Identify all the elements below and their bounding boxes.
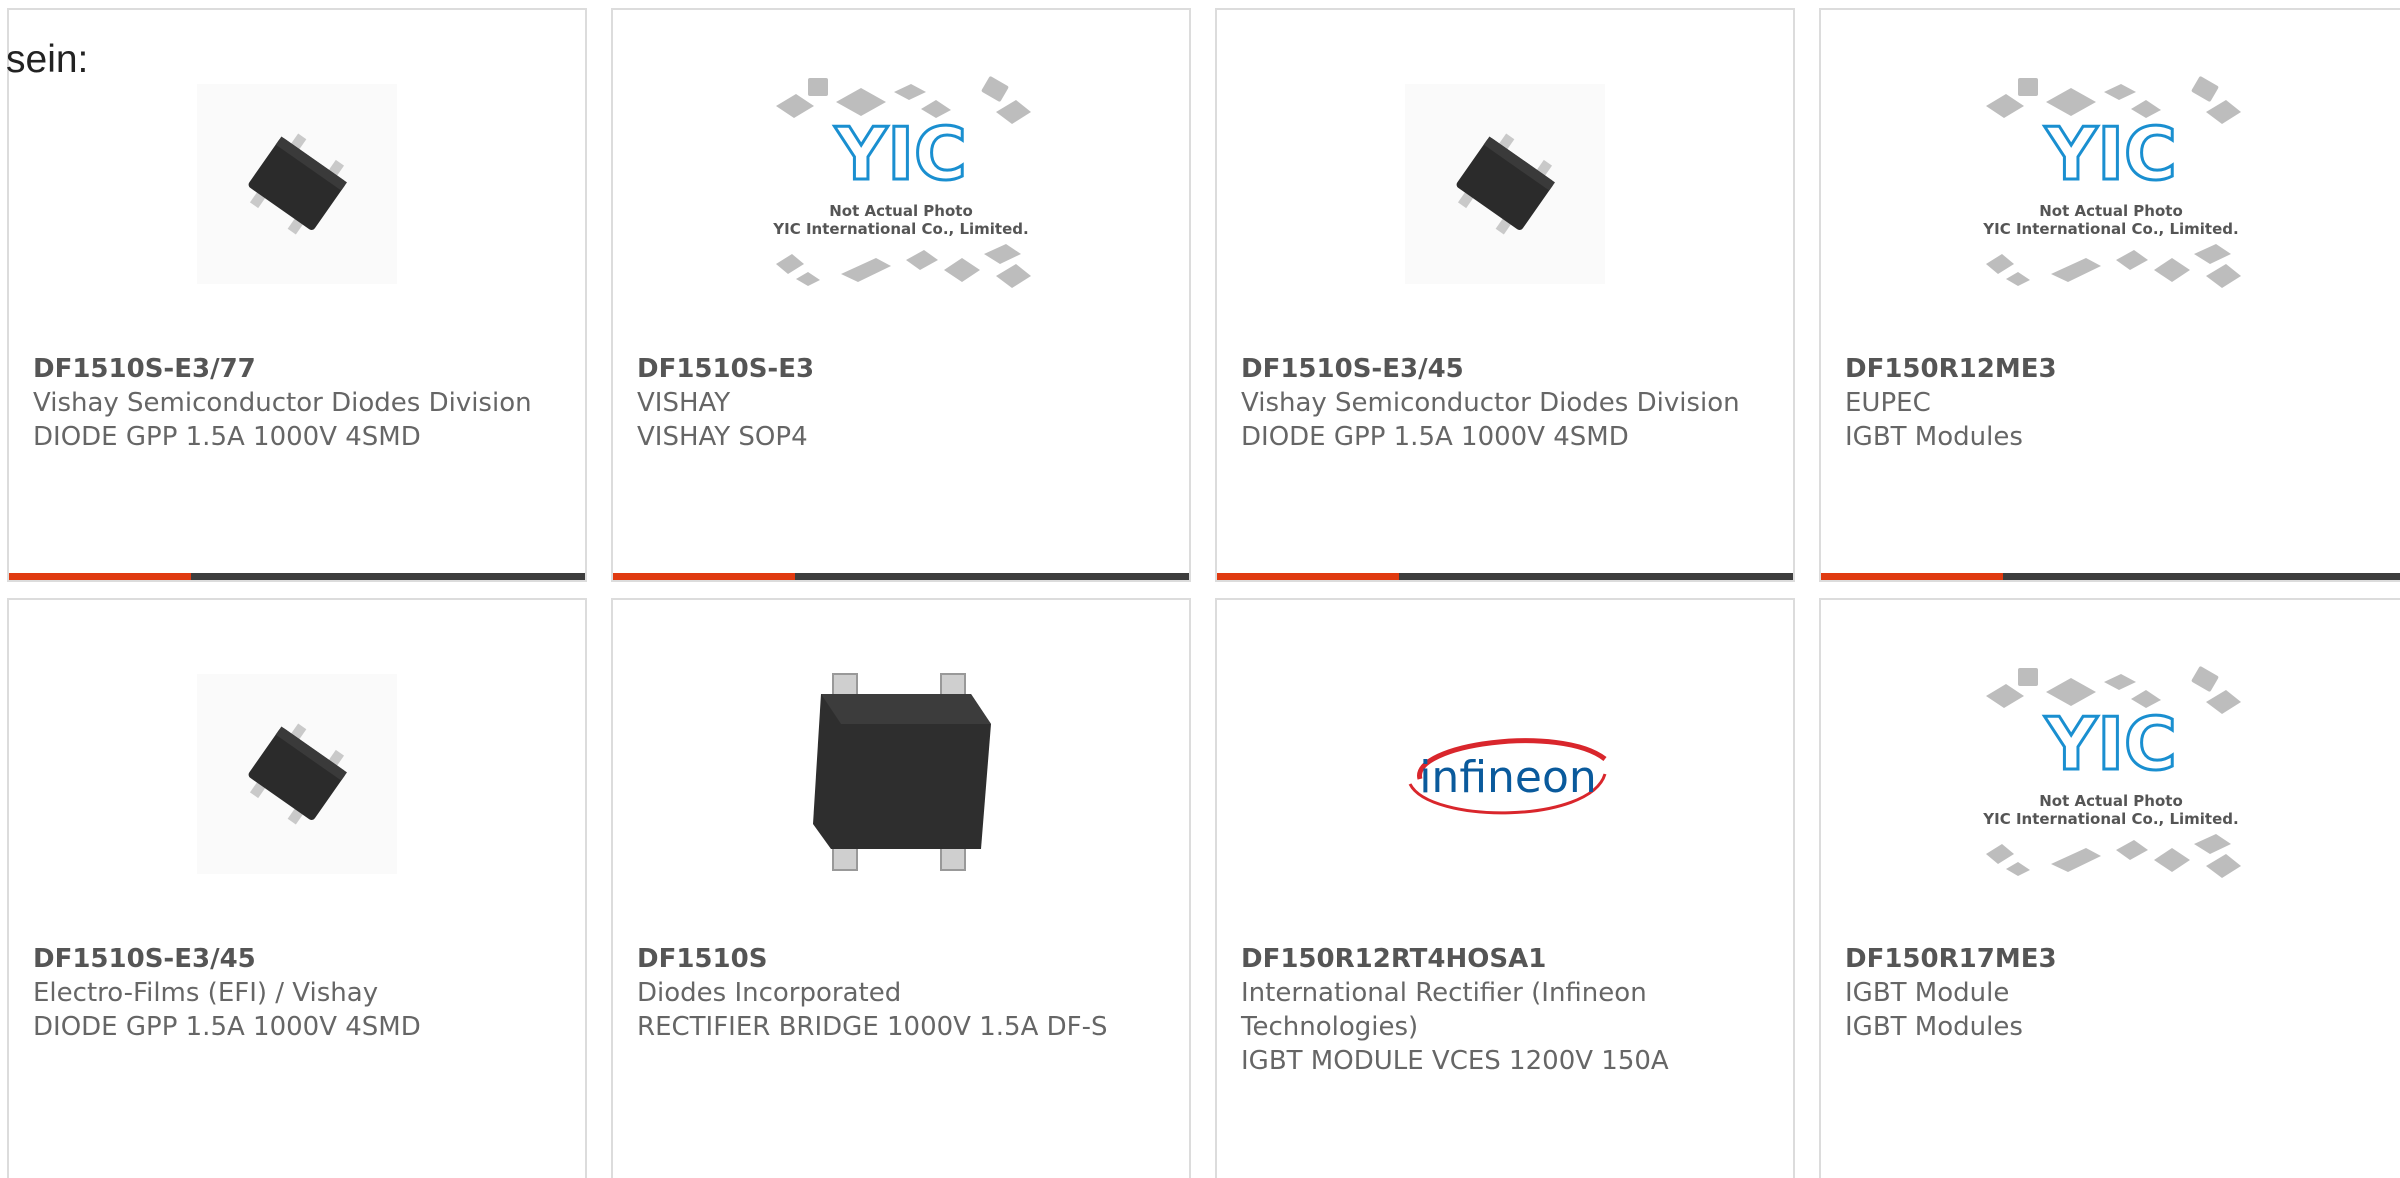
manufacturer: EUPEC	[1845, 388, 1931, 418]
accent-bar	[1217, 573, 1399, 580]
product-card[interactable]: DF1510S-E3/77 Vishay Semiconductor Diode…	[7, 8, 587, 582]
product-image[interactable]: YIC Not Actual Photo YIC International C…	[766, 74, 1036, 294]
accent-bar	[9, 573, 191, 580]
smd-chip-icon	[1405, 84, 1605, 284]
description: RECTIFIER BRIDGE 1000V 1.5A DF-S	[637, 1012, 1108, 1042]
product-info: DF150R12ME3 EUPEC IGBT Modules	[1845, 352, 2385, 454]
product-image[interactable]: infineon	[1370, 664, 1640, 884]
card-footer-bar	[1821, 573, 2400, 580]
part-number[interactable]: DF150R12RT4HOSA1	[1241, 942, 1769, 976]
product-image[interactable]: YIC Not Actual Photo YIC International C…	[1976, 74, 2246, 294]
part-number[interactable]: DF1510S-E3/77	[33, 352, 561, 386]
placeholder-line2: YIC International Co., Limited.	[1982, 810, 2238, 828]
product-image[interactable]	[766, 664, 1036, 884]
placeholder-logo: YIC	[2044, 702, 2177, 786]
smd-chip-icon	[197, 674, 397, 874]
description: IGBT Modules	[1845, 1012, 2023, 1042]
description: DIODE GPP 1.5A 1000V 4SMD	[33, 422, 421, 452]
product-info: DF1510S-E3/77 Vishay Semiconductor Diode…	[33, 352, 561, 454]
accent-bar	[1821, 573, 2003, 580]
placeholder-logo: YIC	[2044, 112, 2177, 196]
description: VISHAY SOP4	[637, 422, 808, 452]
product-info: DF150R12RT4HOSA1 International Rectifier…	[1241, 942, 1769, 1078]
product-card[interactable]: DF1510S-E3/45 Vishay Semiconductor Diode…	[1215, 8, 1795, 582]
product-card[interactable]: infineon DF150R12RT4HOSA1 International …	[1215, 598, 1795, 1178]
manufacturer: International Rectifier (Infineon Techno…	[1241, 978, 1647, 1042]
yic-placeholder-icon: YIC Not Actual Photo YIC International C…	[772, 76, 1031, 288]
card-footer-bar	[9, 573, 585, 580]
product-info: DF1510S-E3/45 Vishay Semiconductor Diode…	[1241, 352, 1769, 454]
lead-text: sein:	[6, 38, 89, 81]
infineon-logo-text: infineon	[1419, 752, 1597, 803]
product-image[interactable]: YIC Not Actual Photo YIC International C…	[1976, 664, 2246, 884]
part-number[interactable]: DF1510S-E3/45	[33, 942, 561, 976]
part-number[interactable]: DF150R12ME3	[1845, 352, 2385, 386]
product-card[interactable]: DF1510S-E3/45 Electro-Films (EFI) / Vish…	[7, 598, 587, 1178]
manufacturer: Vishay Semiconductor Diodes Division	[1241, 388, 1740, 418]
description: DIODE GPP 1.5A 1000V 4SMD	[1241, 422, 1629, 452]
part-number[interactable]: DF1510S-E3/45	[1241, 352, 1769, 386]
product-image[interactable]	[162, 664, 432, 884]
product-info: DF150R17ME3 IGBT Module IGBT Modules	[1845, 942, 2385, 1044]
yic-placeholder-icon: YIC Not Actual Photo YIC International C…	[1982, 76, 2241, 288]
manufacturer: VISHAY	[637, 388, 731, 418]
manufacturer: Vishay Semiconductor Diodes Division	[33, 388, 532, 418]
manufacturer: Diodes Incorporated	[637, 978, 902, 1008]
card-footer-bar	[1217, 573, 1793, 580]
product-info: DF1510S-E3/45 Electro-Films (EFI) / Vish…	[33, 942, 561, 1044]
smd-chip-icon	[197, 84, 397, 284]
placeholder-line2: YIC International Co., Limited.	[1982, 220, 2238, 238]
product-grid: DF1510S-E3/77 Vishay Semiconductor Diode…	[0, 0, 2400, 1178]
product-card[interactable]: DF1510S Diodes Incorporated RECTIFIER BR…	[611, 598, 1191, 1178]
manufacturer: IGBT Module	[1845, 978, 2010, 1008]
card-footer-bar	[613, 573, 1189, 580]
description: IGBT Modules	[1845, 422, 2023, 452]
infineon-logo: infineon	[1408, 738, 1607, 815]
product-image[interactable]	[1370, 74, 1640, 294]
part-number[interactable]: DF1510S	[637, 942, 1165, 976]
product-info: DF1510S Diodes Incorporated RECTIFIER BR…	[637, 942, 1165, 1044]
yic-placeholder-icon: YIC Not Actual Photo YIC International C…	[1982, 666, 2241, 878]
placeholder-line1: Not Actual Photo	[829, 202, 973, 220]
placeholder-line1: Not Actual Photo	[2039, 202, 2183, 220]
product-card[interactable]: YIC Not Actual Photo YIC International C…	[1819, 598, 2400, 1178]
accent-bar	[613, 573, 795, 580]
product-card[interactable]: YIC Not Actual Photo YIC International C…	[1819, 8, 2400, 582]
placeholder-line1: Not Actual Photo	[2039, 792, 2183, 810]
description: DIODE GPP 1.5A 1000V 4SMD	[33, 1012, 421, 1042]
product-info: DF1510S-E3 VISHAY VISHAY SOP4	[637, 352, 1165, 454]
placeholder-line2: YIC International Co., Limited.	[772, 220, 1028, 238]
description: IGBT MODULE VCES 1200V 150A	[1241, 1046, 1669, 1076]
product-card[interactable]: YIC Not Actual Photo YIC International C…	[611, 8, 1191, 582]
bridge-rectifier-icon	[813, 673, 991, 871]
part-number[interactable]: DF150R17ME3	[1845, 942, 2385, 976]
manufacturer: Electro-Films (EFI) / Vishay	[33, 978, 379, 1008]
part-number[interactable]: DF1510S-E3	[637, 352, 1165, 386]
placeholder-logo: YIC	[834, 112, 967, 196]
product-image[interactable]	[162, 74, 432, 294]
